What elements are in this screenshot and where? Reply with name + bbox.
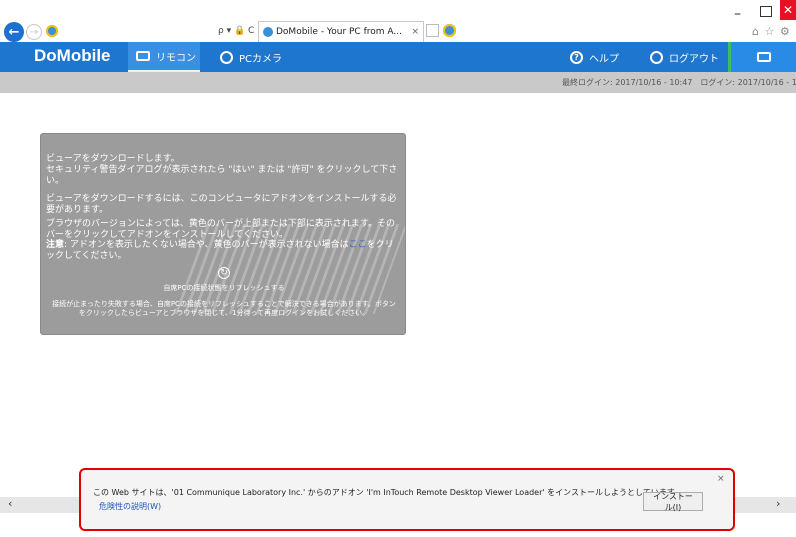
install-button[interactable]: インストール(I) xyxy=(643,492,703,512)
browser-tab[interactable]: DoMobile - Your PC from A... × xyxy=(258,21,424,42)
panel-intro: ビューアをダウンロードします。 セキュリティ警告ダイアログが表示されたら "はい… xyxy=(46,154,402,187)
caution-label: 注意 xyxy=(46,240,65,250)
power-icon xyxy=(650,50,663,64)
scroll-right-icon[interactable]: › xyxy=(776,497,780,510)
back-arrow-icon[interactable]: ← xyxy=(4,22,24,42)
refresh-link[interactable]: 自席PCの接続状態をリフレッシュする xyxy=(41,283,405,293)
nav-help[interactable]: ? ヘルプ xyxy=(570,42,619,72)
nav-pc-camera-label: PCカメラ xyxy=(239,53,283,65)
page-favicon-icon xyxy=(46,25,58,37)
window-close-icon[interactable]: ✕ xyxy=(780,0,796,20)
message-icon xyxy=(756,52,771,62)
nav-pc-camera[interactable]: PCカメラ xyxy=(216,42,282,72)
login-info-bar: 最終ログイン: 2017/10/16 - 10:47 ログイン: 2017/10… xyxy=(0,72,796,93)
tab-favicon-icon xyxy=(263,27,273,37)
app-logo[interactable]: DoMobile xyxy=(34,46,111,66)
panel-line-1: ビューアをダウンロードします。 xyxy=(46,154,180,164)
monitor-icon xyxy=(136,51,150,61)
forward-arrow-icon[interactable]: → xyxy=(26,24,42,40)
notification-message: この Web サイトは、'01 Communique Laboratory In… xyxy=(93,488,682,497)
panel-addon-required: ビューアをダウンロードするには、このコンピュータにアドオンをインストールする必要… xyxy=(46,194,397,215)
panel-line-2: セキュリティ警告ダイアログが表示されたら "はい" または "許可" をクリック… xyxy=(46,165,398,186)
main-content: ビューアをダウンロードします。 セキュリティ警告ダイアログが表示されたら "はい… xyxy=(0,93,796,468)
tab-close-icon[interactable]: × xyxy=(411,27,419,37)
browser-logo-icon xyxy=(443,24,456,37)
maximize-icon[interactable] xyxy=(760,6,772,17)
toolbar-icons[interactable]: ⌂ ☆ ⚙ xyxy=(752,25,791,38)
browser-chrome: ← → ρ ▾ 🔒 C DoMobile - Your PC from A...… xyxy=(0,0,796,42)
here-link[interactable]: ここ xyxy=(349,240,367,250)
panel-caution: 注意: アドオンを表示したくない場合や、黄色のバーが表示されない場合はここをクリ… xyxy=(46,240,402,262)
camera-icon xyxy=(220,50,233,64)
address-bar-tools[interactable]: ρ ▾ 🔒 C xyxy=(218,26,254,36)
refresh-icon[interactable]: ↻ xyxy=(218,267,230,279)
notification-close-icon[interactable]: × xyxy=(717,474,725,484)
caution-text-a: : アドオンを表示したくない場合や、黄色のバーが表示されない場合は xyxy=(64,240,349,250)
nav-remote-label: リモコン xyxy=(156,52,196,64)
nav-help-label: ヘルプ xyxy=(589,53,619,65)
tab-title: DoMobile - Your PC from A... xyxy=(276,27,402,37)
help-icon: ? xyxy=(570,50,583,64)
nav-logout-label: ログアウト xyxy=(669,53,719,65)
addon-notification-bar: この Web サイトは、'01 Communique Laboratory In… xyxy=(79,468,735,531)
minimize-icon[interactable]: – xyxy=(734,6,741,22)
app-header: DoMobile リモコン PCカメラ ? ヘルプ ログアウト xyxy=(0,42,796,72)
download-panel: ビューアをダウンロードします。 セキュリティ警告ダイアログが表示されたら "はい… xyxy=(40,133,406,335)
login-info: 最終ログイン: 2017/10/16 - 10:47 ログイン: 2017/10… xyxy=(562,78,796,87)
risk-explanation-link[interactable]: 危険性の説明(W) xyxy=(99,501,161,512)
refresh-tip: 接続が止まったり失敗する場合、自席PCの接続をリフレッシュすることで解決できる場… xyxy=(52,300,396,317)
nav-logout[interactable]: ログアウト xyxy=(650,42,719,72)
panel-browser-note: ブラウザのバージョンによっては、黄色のバーが上部または下部に表示されます。そのバ… xyxy=(46,219,396,240)
scroll-left-icon[interactable]: ‹ xyxy=(8,497,12,510)
nav-remote[interactable]: リモコン xyxy=(128,42,200,72)
new-tab-button[interactable] xyxy=(426,24,439,37)
message-button[interactable] xyxy=(728,42,796,72)
